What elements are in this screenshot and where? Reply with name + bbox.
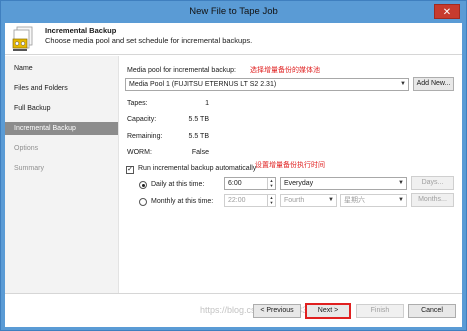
sidebar-item-name[interactable]: Name [5,62,118,75]
chevron-down-icon: ▼ [328,197,334,203]
chevron-down-icon: ▼ [400,81,406,87]
monthly-time-input[interactable]: 22:00 ▲ ▼ [224,194,276,207]
capacity-label: Capacity: [127,116,157,123]
months-button[interactable]: Months... [411,193,454,207]
remaining-label: Remaining: [127,133,163,140]
dialog-client: Incremental Backup Choose media pool and… [5,23,462,327]
finish-button[interactable]: Finish [356,304,404,318]
title-bar[interactable]: New File to Tape Job ✕ [1,1,466,23]
page-subtitle: Choose media pool and set schedule for i… [45,36,253,45]
tapes-label: Tapes: [127,100,148,107]
previous-button[interactable]: < Previous [253,304,301,318]
worm-value: False [191,149,209,156]
daily-radio[interactable] [139,181,147,189]
run-automatically-checkbox[interactable]: ✓ [126,166,134,174]
spinner-icon[interactable]: ▲ ▼ [267,195,275,206]
add-new-button[interactable]: Add New... [413,77,454,91]
monthly-day-select[interactable]: 星期六 ▼ [340,194,407,207]
cancel-button[interactable]: Cancel [408,304,456,318]
next-button[interactable]: Next > [305,303,351,319]
chevron-down-icon: ▼ [398,197,404,203]
media-pool-select[interactable]: Media Pool 1 (FUJITSU ETERNUS LT S2 2.31… [125,78,409,91]
monthly-week-select[interactable]: Fourth ▼ [280,194,337,207]
worm-label: WORM: [127,149,152,156]
sidebar-item-incremental-backup[interactable]: Incremental Backup [5,122,118,135]
wizard-header: Incremental Backup Choose media pool and… [5,23,462,55]
sidebar-item-full-backup[interactable]: Full Backup [5,102,118,115]
daily-period-select[interactable]: Everyday ▼ [280,177,407,190]
window-title: New File to Tape Job [189,6,278,17]
capacity-value: 5.5 TB [188,116,210,123]
dialog-window: New File to Tape Job ✕ Incremental Backu… [0,0,467,331]
days-button[interactable]: Days... [411,176,454,190]
monthly-label: Monthly at this time: [151,198,214,205]
run-automatically-label: Run incremental backup automatically [138,165,257,172]
spinner-icon[interactable]: ▲ ▼ [267,178,275,189]
tapes-value: 1 [205,100,209,107]
wizard-steps-sidebar: Name Files and Folders Full Backup Incre… [5,56,119,293]
media-pool-label: Media pool for incremental backup: [127,67,236,74]
media-pool-value: Media Pool 1 (FUJITSU ETERNUS LT S2 2.31… [129,81,277,88]
daily-label: Daily at this time: [151,181,205,188]
page-title: Incremental Backup [45,26,117,35]
daily-time-value: 6:00 [228,180,242,187]
close-icon: ✕ [442,7,452,18]
annotation-schedule: 设置增量备份执行时间 [255,162,325,169]
monthly-week-value: Fourth [284,197,305,204]
radio-selected-dot [142,184,145,187]
daily-period-value: Everyday [284,180,314,187]
wizard-footer: https://blog.csdn.net/ztj3333630 < Previ… [5,293,462,327]
close-button[interactable]: ✕ [434,4,460,19]
wizard-content: Media pool for incremental backup: 选择增量备… [120,56,462,293]
annotation-media-pool: 选择增量备份的媒体池 [250,67,320,74]
tape-job-icon [12,26,33,51]
chevron-down-icon: ▼ [398,180,404,186]
monthly-radio[interactable] [139,198,147,206]
remaining-value: 5.5 TB [188,133,210,140]
sidebar-item-options: Options [14,145,39,152]
monthly-day-value: 星期六 [344,197,365,204]
monthly-time-value: 22:00 [228,197,246,204]
sidebar-item-files-and-folders[interactable]: Files and Folders [5,82,118,95]
daily-time-input[interactable]: 6:00 ▲ ▼ [224,177,276,190]
sidebar-item-summary: Summary [14,165,44,172]
checkmark-icon: ✓ [127,166,133,173]
